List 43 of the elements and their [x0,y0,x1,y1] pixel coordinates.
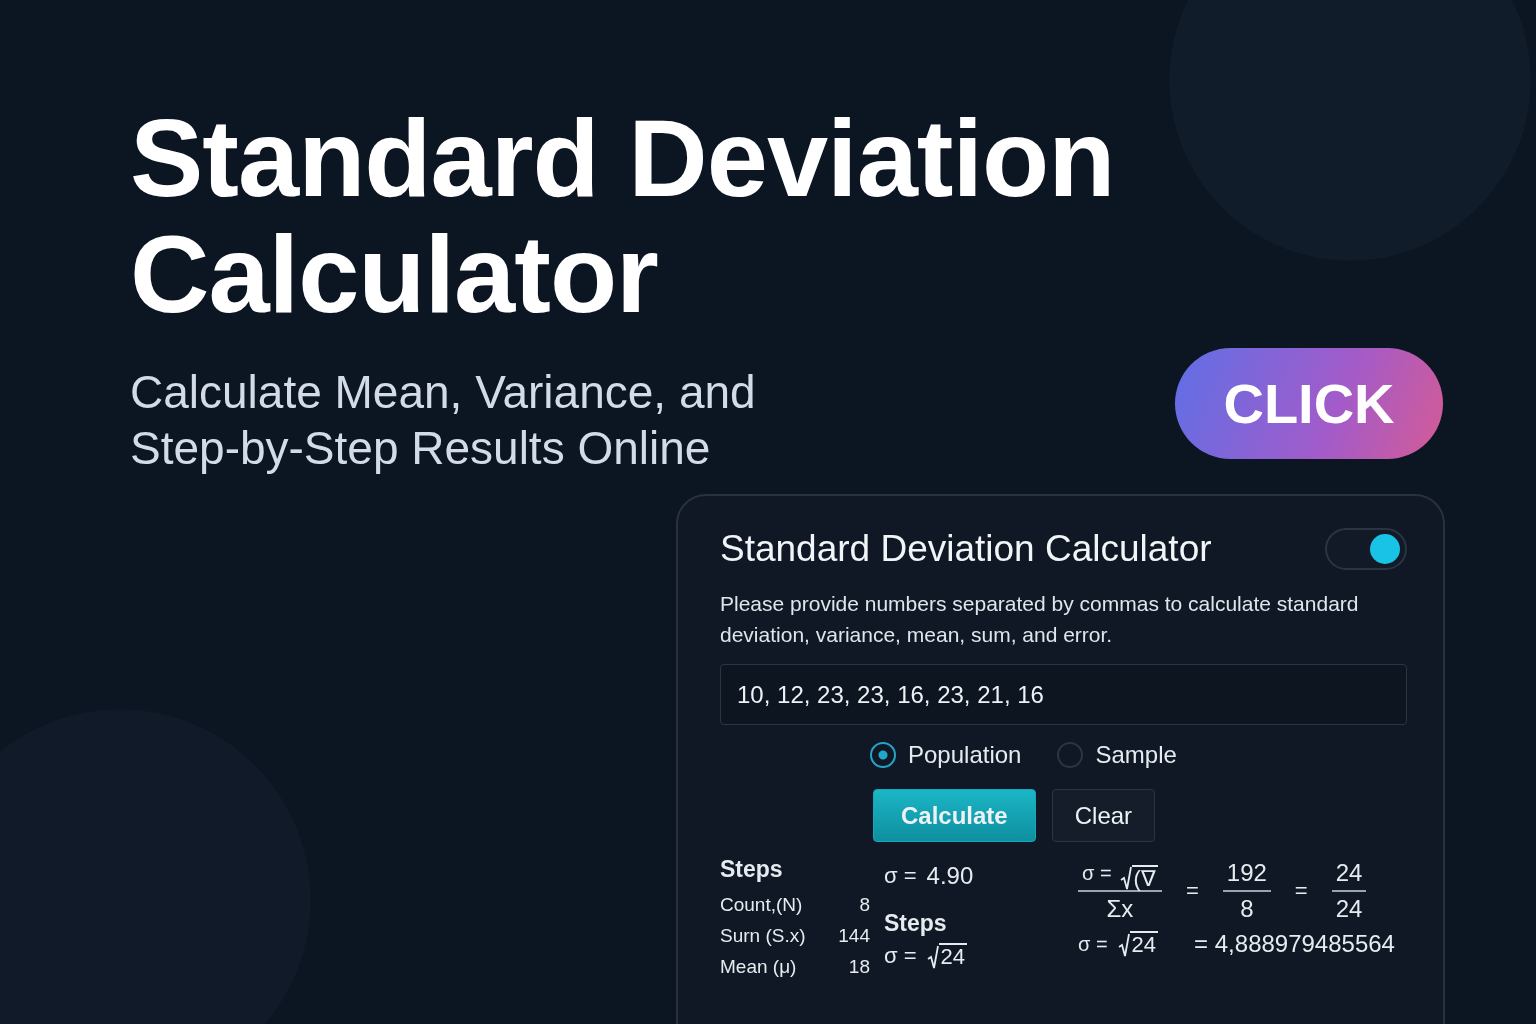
stat-value: 8 [859,893,870,917]
numerator-text: 24 [1331,856,1367,892]
hero-subtitle: Calculate Mean, Variance, and [130,365,756,420]
mode-radio-option[interactable]: Sample [1057,741,1177,769]
stat-value: 18 [848,955,870,979]
sigma-symbol: σ = [884,943,917,969]
click-button[interactable]: CLICK [1175,348,1443,459]
steps-heading: Steps [884,910,948,937]
hero-title: Calculator [130,216,658,332]
equals-sign: = [1185,878,1199,904]
radicand-text: 24 [1129,931,1159,957]
sigma-symbol: σ = [1078,932,1108,956]
clear-button[interactable]: Clear [1051,789,1156,842]
equals-sign: = [1294,878,1308,904]
instructions-text: Please provide numbers separated by commas to calculate standard deviation, variance, mean, sum, and error. [720,591,1360,648]
stat-label: Surn (S.x) [720,924,806,948]
radio-label: Population [908,741,1022,769]
toggle-switch[interactable] [1325,528,1407,570]
numerator-text: 192 [1222,856,1271,892]
result-value: = 4,888979485564 [1194,930,1395,958]
sigma-symbol: σ = [1082,861,1112,886]
radicand-text: (∇ [1131,864,1158,890]
card-title: Standard Deviation Calculator [720,528,1212,570]
denominator-text: Σx [1106,894,1134,924]
denominator-text: 8 [1240,894,1254,924]
numbers-input-field[interactable]: 10, 12, 23, 23, 16, 23, 21, 16 [720,664,1407,725]
sigma-symbol: σ = [884,863,917,889]
hero-subtitle: Step-by-Step Results Online [130,421,711,476]
radio-circle-icon[interactable] [870,742,896,768]
stat-label: Mean (μ) [720,955,797,979]
radical-sign-icon [1119,866,1132,890]
radical-sign-icon [926,944,939,969]
mode-radio-option[interactable]: Population [870,741,1022,769]
result-value: 4.90 [926,862,974,890]
radical-sign-icon [1117,932,1130,957]
radio-label: Sample [1095,741,1177,769]
radicand-text: 24 [938,943,968,969]
hero-title: Standard Deviation [130,100,1115,216]
denominator-text: 24 [1335,894,1363,924]
stat-value: 144 [838,924,870,948]
steps-heading: Steps [720,856,784,883]
radio-circle-icon[interactable] [1057,742,1084,768]
stat-label: Count,(N) [720,893,803,917]
